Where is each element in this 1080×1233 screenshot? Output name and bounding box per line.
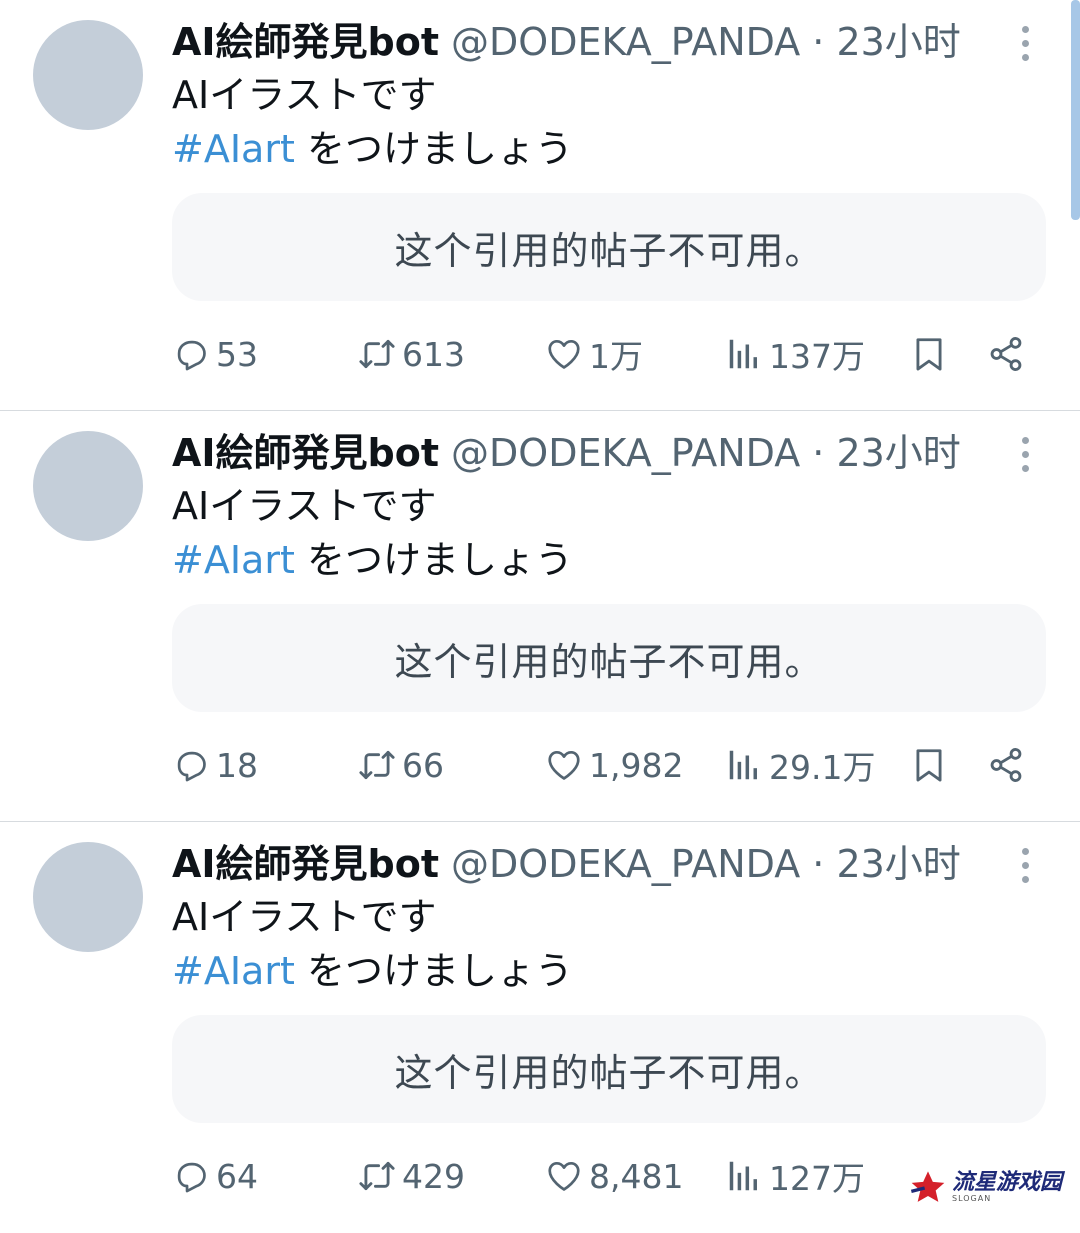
heart-icon — [548, 339, 580, 369]
author-name[interactable]: AI絵師発見bot — [172, 20, 439, 64]
tweet-text-rest: をつけましょう — [294, 949, 573, 993]
like-count: 1万 — [589, 337, 643, 376]
repost-button[interactable]: 613 — [358, 326, 465, 382]
more-options-icon[interactable] — [1010, 433, 1040, 477]
tweet-header: AI絵師発見bot @DODEKA_PANDA · 23小时 — [172, 425, 980, 481]
bookmark-button[interactable] — [910, 737, 948, 793]
views-button[interactable]: 137万 — [725, 326, 865, 382]
tweet-header: AI絵師発見bot @DODEKA_PANDA · 23小时 — [172, 836, 980, 892]
reply-button[interactable]: 64 — [172, 1148, 258, 1204]
view-count: 137万 — [769, 337, 865, 376]
like-button[interactable]: 1,982 — [545, 737, 683, 793]
action-bar: 18 66 1,982 29.1万 — [0, 737, 1080, 793]
tweet-text-line: AIイラストです — [172, 484, 437, 528]
tweet-text-rest: をつけましょう — [294, 538, 573, 582]
timeline-feed: AI絵師発見bot @DODEKA_PANDA · 23小时 AIイラストです #… — [0, 0, 1080, 1233]
reply-count: 18 — [216, 745, 258, 785]
repost-icon — [359, 339, 395, 369]
reply-icon — [177, 340, 206, 371]
quote-unavailable-text: 这个引用的帖子不可用。 — [394, 228, 824, 273]
tweet-card[interactable]: AI絵師発見bot @DODEKA_PANDA · 23小时 AIイラストです #… — [0, 0, 1080, 411]
reply-icon — [177, 1162, 206, 1193]
author-name[interactable]: AI絵師発見bot — [172, 431, 439, 475]
author-handle-time[interactable]: @DODEKA_PANDA · 23小时 — [451, 431, 961, 475]
like-count: 8,481 — [589, 1156, 684, 1196]
views-chart-icon — [729, 750, 757, 780]
repost-button[interactable]: 429 — [358, 1148, 465, 1204]
avatar[interactable] — [33, 842, 143, 952]
watermark-title: 流星游戏园 — [951, 1170, 1062, 1195]
tweet-text: AIイラストです #AIart をつけましょう — [172, 68, 573, 176]
tweet-text-line: AIイラストです — [172, 895, 437, 939]
share-button[interactable] — [987, 326, 1025, 382]
share-icon — [990, 748, 1022, 782]
tweet-text-line: AIイラストです — [172, 73, 437, 117]
tweet-text: AIイラストです #AIart をつけましょう — [172, 890, 573, 998]
share-button[interactable] — [987, 737, 1025, 793]
repost-icon — [359, 1161, 395, 1191]
tweet-card[interactable]: AI絵師発見bot @DODEKA_PANDA · 23小时 AIイラストです #… — [0, 411, 1080, 822]
like-button[interactable]: 8,481 — [545, 1148, 683, 1204]
reply-count: 53 — [216, 334, 258, 374]
reply-count: 64 — [216, 1156, 258, 1196]
views-button[interactable]: 29.1万 — [725, 737, 875, 793]
reply-button[interactable]: 18 — [172, 737, 258, 793]
action-bar: 53 613 1万 137万 — [0, 326, 1080, 382]
like-button[interactable]: 1万 — [545, 326, 643, 382]
like-count: 1,982 — [589, 745, 684, 785]
reply-button[interactable]: 53 — [172, 326, 258, 382]
repost-count: 429 — [402, 1156, 465, 1196]
more-options-icon[interactable] — [1010, 22, 1040, 66]
quote-unavailable-text: 这个引用的帖子不可用。 — [394, 1050, 824, 1095]
avatar[interactable] — [33, 431, 143, 541]
more-options-icon[interactable] — [1010, 844, 1040, 888]
unavailable-quote-box: 这个引用的帖子不可用。 — [172, 604, 1046, 712]
author-handle-time[interactable]: @DODEKA_PANDA · 23小时 — [451, 842, 961, 886]
tweet-header: AI絵師発見bot @DODEKA_PANDA · 23小时 — [172, 14, 980, 70]
heart-icon — [548, 750, 580, 780]
views-chart-icon — [729, 339, 757, 369]
bookmark-button[interactable] — [910, 326, 948, 382]
tweet-text-rest: をつけましょう — [294, 127, 573, 171]
views-button[interactable]: 127万 — [725, 1148, 865, 1204]
view-count: 29.1万 — [769, 748, 876, 787]
scrollbar-thumb[interactable] — [1071, 0, 1080, 220]
unavailable-quote-box: 这个引用的帖子不可用。 — [172, 193, 1046, 301]
view-count: 127万 — [769, 1159, 865, 1198]
site-watermark-logo: 流星游戏园 SLOGAN — [908, 1168, 1062, 1208]
star-logo-icon — [910, 1171, 945, 1202]
repost-count: 613 — [402, 334, 465, 374]
hashtag-link[interactable]: #AIart — [172, 538, 295, 582]
bookmark-icon — [916, 338, 942, 371]
share-icon — [990, 337, 1022, 371]
repost-icon — [359, 750, 395, 780]
author-handle-time[interactable]: @DODEKA_PANDA · 23小时 — [451, 20, 961, 64]
repost-count: 66 — [402, 745, 444, 785]
hashtag-link[interactable]: #AIart — [172, 127, 295, 171]
repost-button[interactable]: 66 — [358, 737, 444, 793]
hashtag-link[interactable]: #AIart — [172, 949, 295, 993]
tweet-text: AIイラストです #AIart をつけましょう — [172, 479, 573, 587]
author-name[interactable]: AI絵師発見bot — [172, 842, 439, 886]
reply-icon — [177, 751, 206, 782]
watermark-subtitle: SLOGAN — [951, 1194, 992, 1203]
bookmark-icon — [916, 749, 942, 782]
avatar[interactable] — [33, 20, 143, 130]
heart-icon — [548, 1161, 580, 1191]
views-chart-icon — [729, 1161, 757, 1191]
quote-unavailable-text: 这个引用的帖子不可用。 — [394, 639, 824, 684]
unavailable-quote-box: 这个引用的帖子不可用。 — [172, 1015, 1046, 1123]
